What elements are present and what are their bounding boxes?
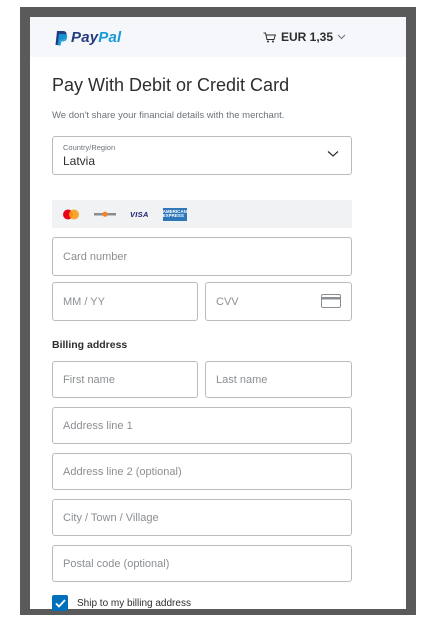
mastercard-icon	[62, 209, 80, 220]
checkout-panel: PayPal EUR 1,35 Pay With Debit or Credit…	[30, 17, 406, 611]
address-line-1-field[interactable]	[52, 407, 352, 444]
card-number-field[interactable]	[52, 237, 352, 276]
cart-summary-button[interactable]: EUR 1,35	[263, 30, 351, 44]
first-name-field[interactable]	[52, 361, 198, 398]
paypal-header: PayPal EUR 1,35	[30, 17, 406, 57]
cart-total: EUR 1,35	[281, 30, 334, 44]
last-name-input[interactable]	[206, 362, 351, 397]
credit-card-icon	[321, 294, 341, 308]
expiry-field[interactable]	[52, 282, 198, 321]
accepted-cards: VISA AMERICAN EXPRESS	[52, 200, 352, 228]
country-label: Country/Region	[63, 143, 116, 152]
city-input[interactable]	[53, 500, 351, 535]
cart-icon	[263, 32, 276, 42]
paypal-logo-icon	[55, 30, 68, 45]
ship-to-billing-checkbox[interactable]	[52, 595, 68, 611]
visa-icon: VISA	[130, 209, 149, 219]
card-number-input[interactable]	[53, 238, 351, 275]
checkmark-icon	[54, 598, 66, 608]
first-name-input[interactable]	[53, 362, 197, 397]
address-line-1-input[interactable]	[53, 408, 351, 443]
address-line-2-input[interactable]	[53, 454, 351, 489]
expiry-input[interactable]	[53, 283, 197, 320]
country-value: Latvia	[63, 154, 96, 168]
amex-icon: AMERICAN EXPRESS	[163, 207, 187, 221]
last-name-field[interactable]	[205, 361, 352, 398]
postal-code-field[interactable]	[52, 545, 352, 582]
discover-icon	[94, 209, 116, 220]
country-select[interactable]: Country/Region Latvia	[52, 136, 352, 175]
ship-to-billing-label: Ship to my billing address	[77, 597, 191, 609]
address-line-2-field[interactable]	[52, 453, 352, 490]
paypal-logo: PayPal	[54, 29, 121, 46]
postal-code-input[interactable]	[53, 546, 351, 581]
paypal-wordmark: PayPal	[71, 29, 122, 46]
billing-address-heading: Billing address	[52, 339, 128, 351]
privacy-notice: We don't share your financial details wi…	[52, 110, 285, 121]
chevron-down-icon	[327, 151, 339, 157]
page-title: Pay With Debit or Credit Card	[52, 75, 290, 95]
chevron-down-icon	[337, 34, 346, 40]
city-field[interactable]	[52, 499, 352, 536]
ship-to-billing-option[interactable]: Ship to my billing address	[52, 595, 191, 611]
cvv-field[interactable]	[205, 282, 352, 321]
